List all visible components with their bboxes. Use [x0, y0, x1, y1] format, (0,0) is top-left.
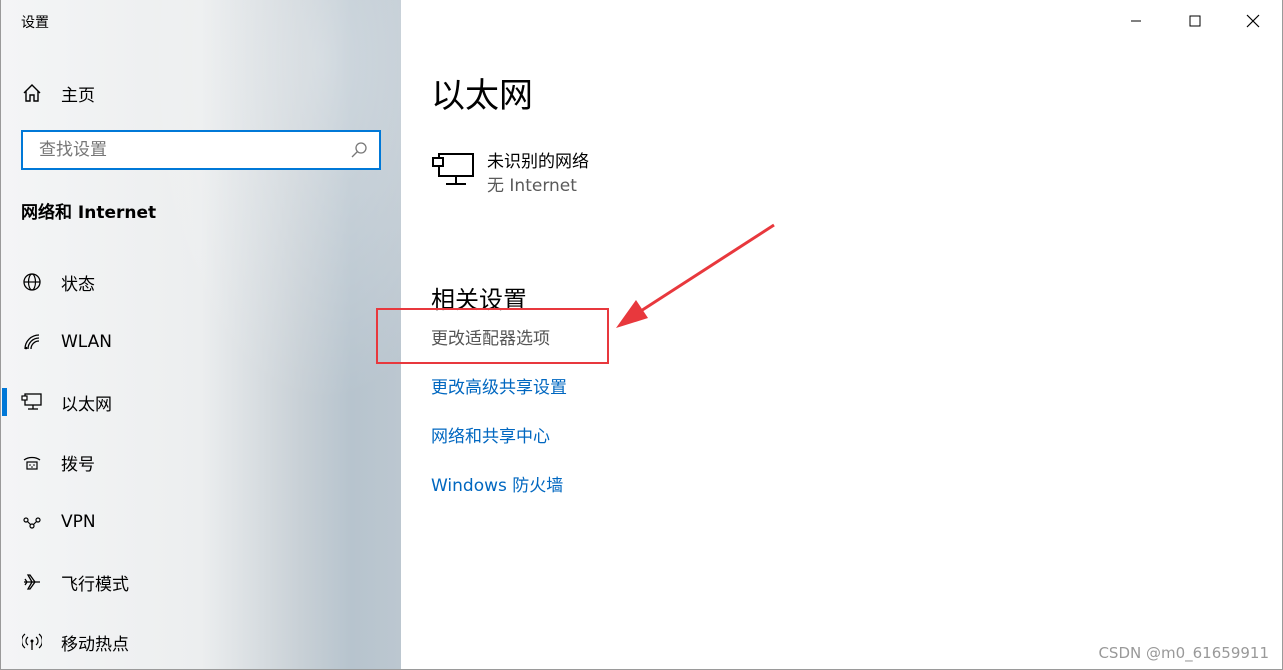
advanced-sharing-settings-link[interactable]: 更改高级共享设置: [431, 373, 567, 398]
sidebar-item-label: 以太网: [61, 394, 112, 415]
sidebar-item-airplane[interactable]: 飞行模式: [1, 562, 402, 602]
home-icon: [21, 82, 43, 104]
annotation-arrow-icon: [616, 223, 775, 328]
windows-firewall-link[interactable]: Windows 防火墙: [431, 471, 563, 496]
network-sharing-center-link[interactable]: 网络和共享中心: [431, 422, 550, 447]
network-name: 未识别的网络: [487, 152, 589, 172]
hotspot-icon: [21, 631, 43, 653]
sidebar-item-status[interactable]: 状态: [1, 262, 402, 302]
close-button[interactable]: [1230, 0, 1276, 42]
home-nav-item[interactable]: 主页: [21, 80, 95, 106]
search-input[interactable]: [37, 134, 349, 166]
sidebar: 设置 主页 网络和 Internet 状态 WLAN 以太网: [0, 0, 401, 670]
minimize-button[interactable]: [1113, 0, 1159, 42]
page-title: 以太网: [431, 76, 533, 116]
maximize-icon: [1189, 15, 1201, 27]
dialup-icon: [21, 451, 43, 473]
sidebar-item-label: WLAN: [61, 332, 113, 352]
network-entry[interactable]: 未识别的网络 无 Internet: [431, 150, 589, 198]
airplane-icon: [21, 571, 43, 593]
globe-icon: [21, 271, 43, 293]
sidebar-item-label: VPN: [61, 512, 96, 532]
maximize-button[interactable]: [1172, 0, 1218, 42]
sidebar-item-wlan[interactable]: WLAN: [1, 322, 402, 362]
app-title: 设置: [21, 15, 49, 31]
ethernet-network-icon: [432, 153, 474, 185]
minimize-icon: [1131, 20, 1141, 22]
sidebar-item-label: 飞行模式: [61, 574, 129, 595]
close-icon: [1246, 14, 1260, 28]
sidebar-item-label: 移动热点: [61, 634, 129, 655]
sidebar-item-label: 状态: [61, 274, 95, 295]
sidebar-item-dialup[interactable]: 拨号: [1, 442, 402, 482]
sidebar-item-ethernet[interactable]: 以太网: [1, 382, 402, 422]
search-icon[interactable]: [349, 140, 369, 160]
ethernet-icon: [21, 391, 43, 413]
annotation-highlight-box: [376, 308, 609, 364]
section-title: 网络和 Internet: [21, 203, 157, 223]
network-status: 无 Internet: [487, 176, 577, 196]
home-label: 主页: [61, 85, 95, 106]
sidebar-item-hotspot[interactable]: 移动热点: [1, 622, 402, 662]
wifi-icon: [21, 331, 43, 353]
search-box[interactable]: [21, 130, 381, 170]
watermark: CSDN @m0_61659911: [1098, 644, 1269, 662]
sidebar-item-vpn[interactable]: VPN: [1, 502, 402, 542]
vpn-icon: [21, 511, 43, 533]
sidebar-item-label: 拨号: [61, 454, 95, 475]
